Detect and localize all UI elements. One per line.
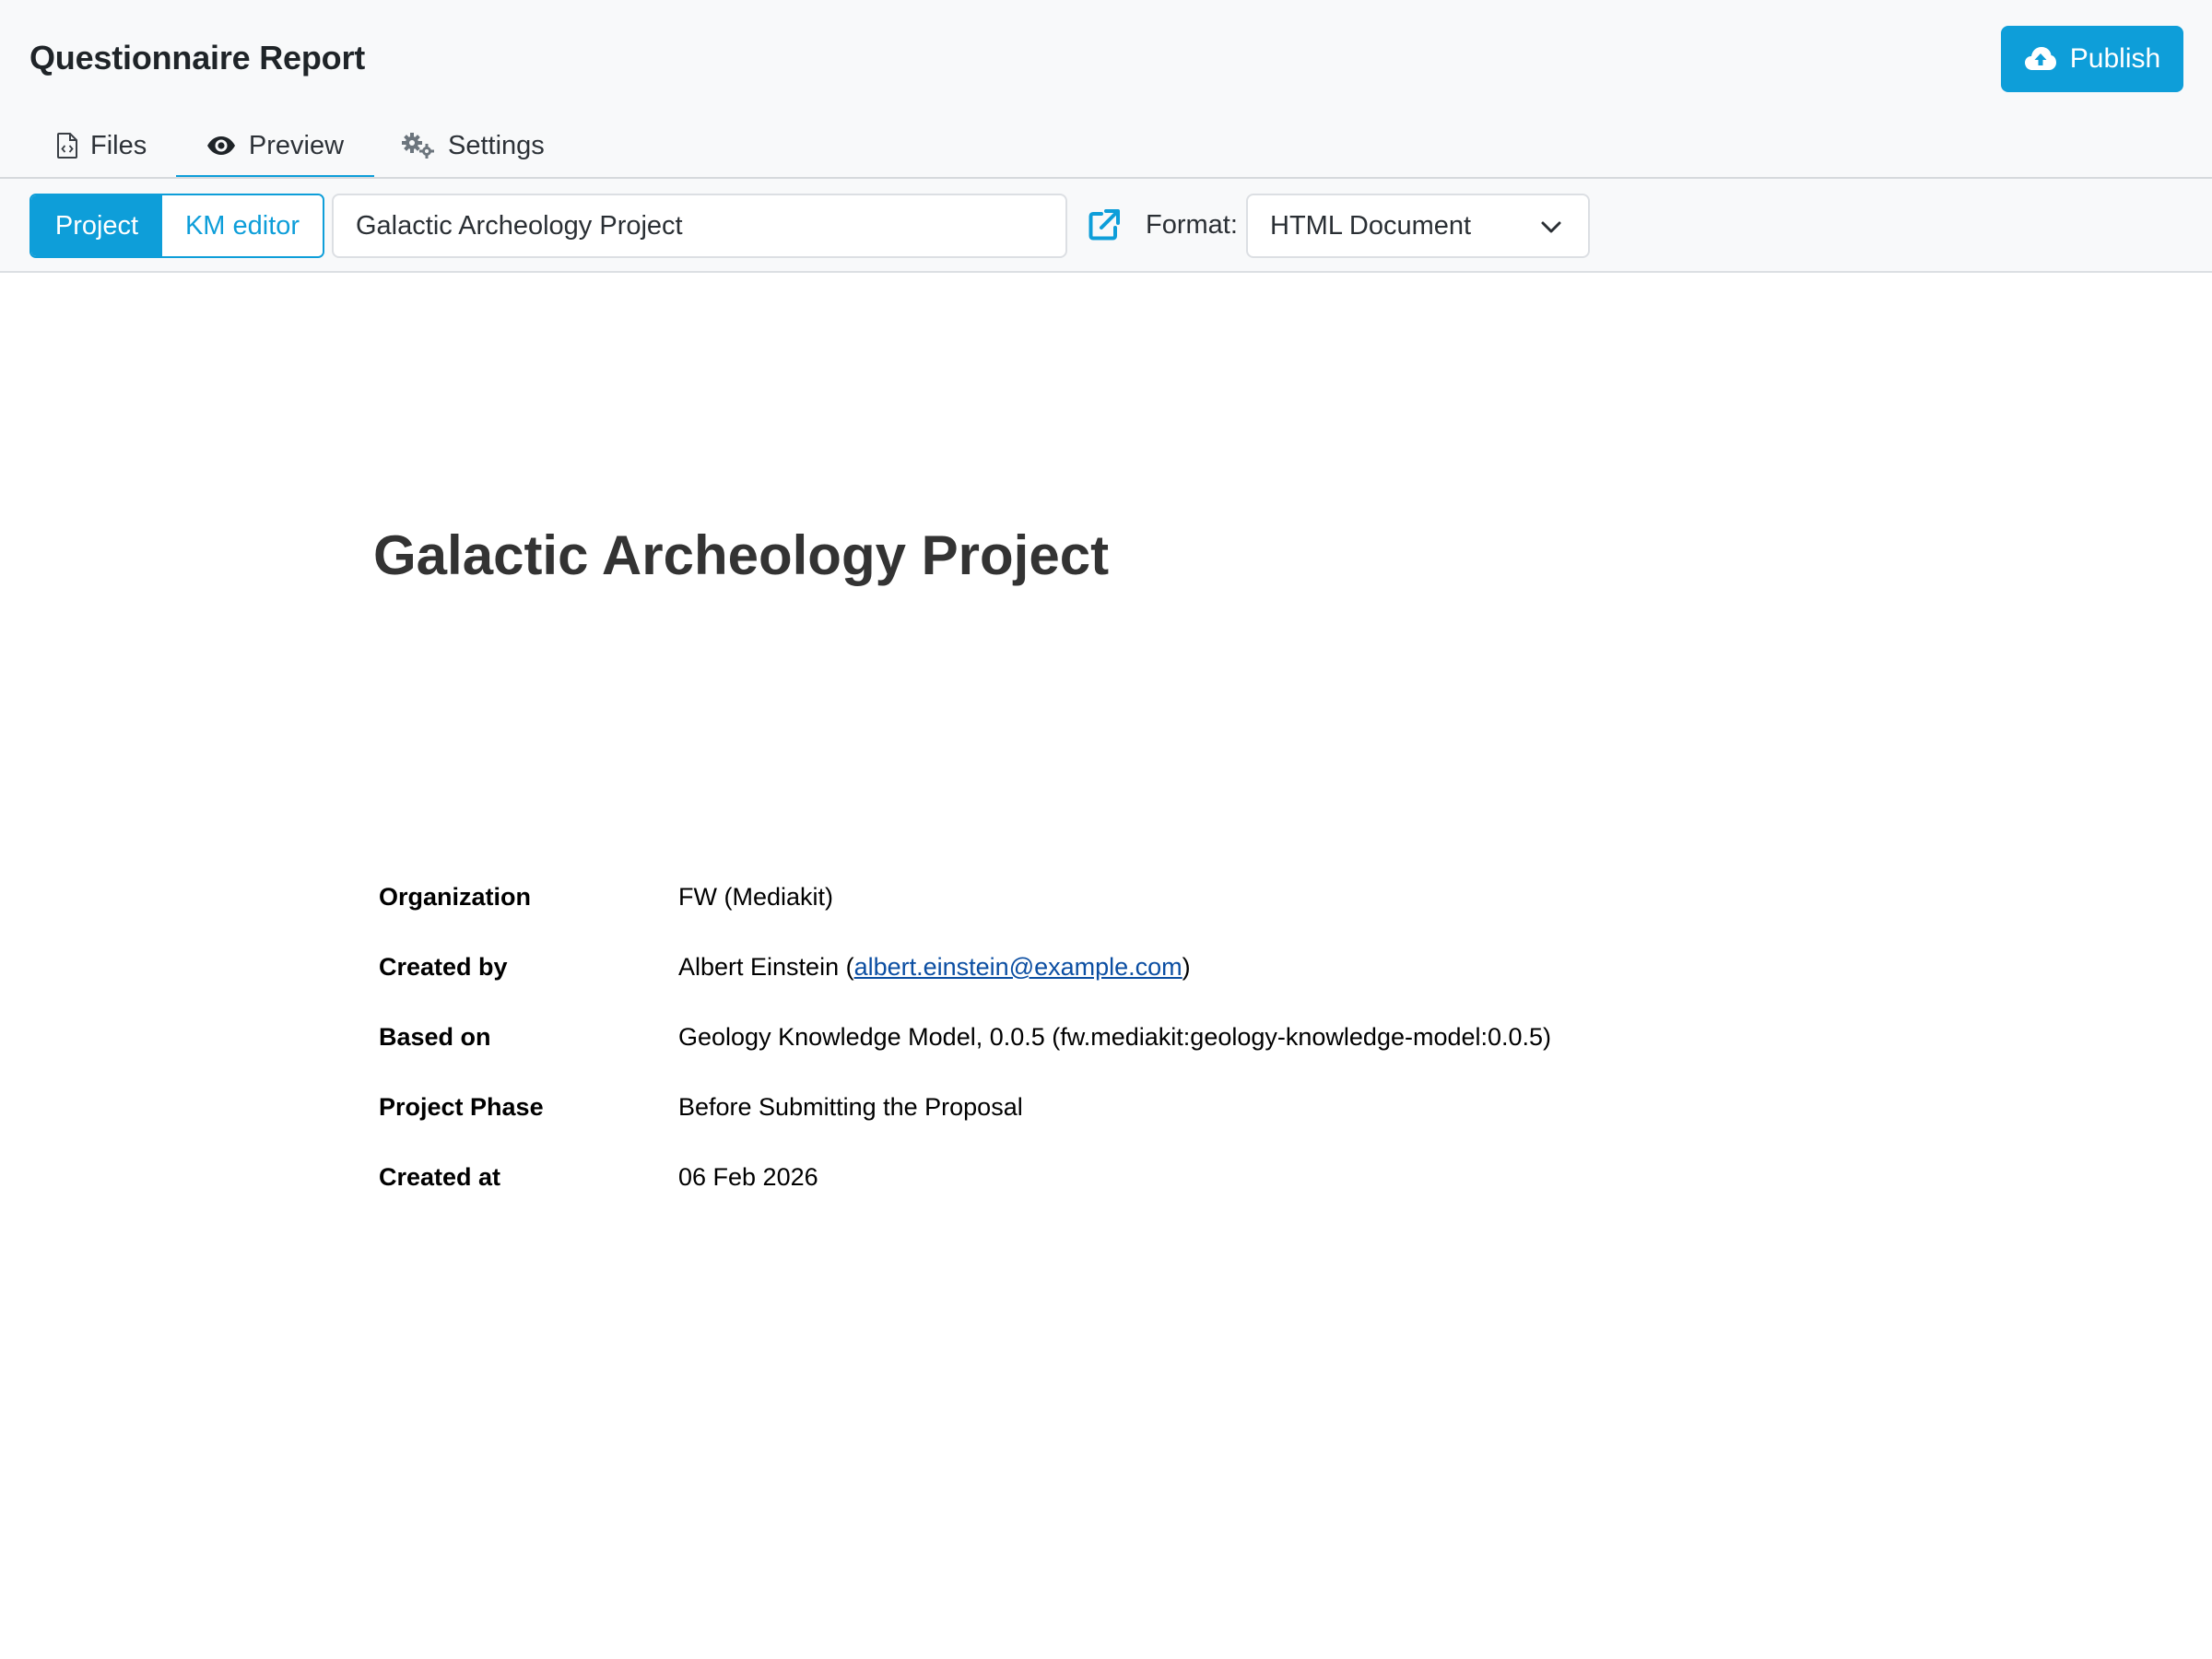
metadata-value: Geology Knowledge Model, 0.0.5 (fw.media… [678, 1023, 1552, 1051]
creator-suffix: ) [1182, 953, 1191, 981]
tab-files[interactable]: Files [57, 114, 147, 177]
format-label: Format: [1146, 210, 1238, 240]
file-code-icon [57, 133, 77, 159]
project-select[interactable]: Galactic Archeology Project [332, 194, 1067, 258]
preview-toolbar: Project KM editor Galactic Archeology Pr… [0, 179, 2212, 271]
document-preview: Galactic Archeology Project Organization… [0, 273, 2212, 1659]
source-toggle: Project KM editor [29, 194, 324, 258]
creator-email-link[interactable]: albert.einstein@example.com [854, 953, 1182, 981]
project-toggle-button[interactable]: Project [31, 195, 162, 256]
km-editor-toggle-button[interactable]: KM editor [162, 195, 323, 256]
publish-label: Publish [2069, 43, 2161, 74]
metadata-key: Organization [379, 883, 532, 911]
tab-settings[interactable]: Settings [402, 114, 545, 177]
metadata-value: 06 Feb 2026 [678, 1163, 818, 1191]
publish-button[interactable]: Publish [2001, 26, 2183, 92]
project-select-value: Galactic Archeology Project [356, 210, 683, 241]
document-title: Galactic Archeology Project [373, 524, 1110, 586]
gears-icon [402, 133, 434, 159]
metadata-value: FW (Mediakit) [678, 883, 833, 911]
creator-name: Albert Einstein ( [678, 953, 854, 981]
page-title: Questionnaire Report [29, 39, 366, 76]
app-header: Questionnaire Report Publish Files Previ… [0, 0, 2212, 273]
tab-preview[interactable]: Preview [176, 114, 374, 179]
metadata-value: Before Submitting the Proposal [678, 1093, 1023, 1121]
tab-settings-label: Settings [448, 130, 545, 160]
metadata-key: Created by [379, 953, 508, 981]
tab-bar: Files Preview Settings [0, 114, 2212, 179]
chevron-down-icon [1541, 221, 1561, 233]
cloud-upload-icon [2024, 47, 2056, 70]
eye-icon [206, 136, 235, 155]
tab-preview-label: Preview [248, 130, 345, 160]
metadata-key: Created at [379, 1163, 501, 1191]
metadata-key: Project Phase [379, 1093, 544, 1121]
external-link-icon[interactable] [1086, 206, 1123, 243]
format-select[interactable]: HTML Document [1246, 194, 1590, 258]
metadata-key: Based on [379, 1023, 491, 1051]
format-select-value: HTML Document [1270, 210, 1472, 241]
tab-files-label: Files [90, 130, 147, 160]
metadata-value: Albert Einstein (albert.einstein@example… [678, 953, 1191, 982]
